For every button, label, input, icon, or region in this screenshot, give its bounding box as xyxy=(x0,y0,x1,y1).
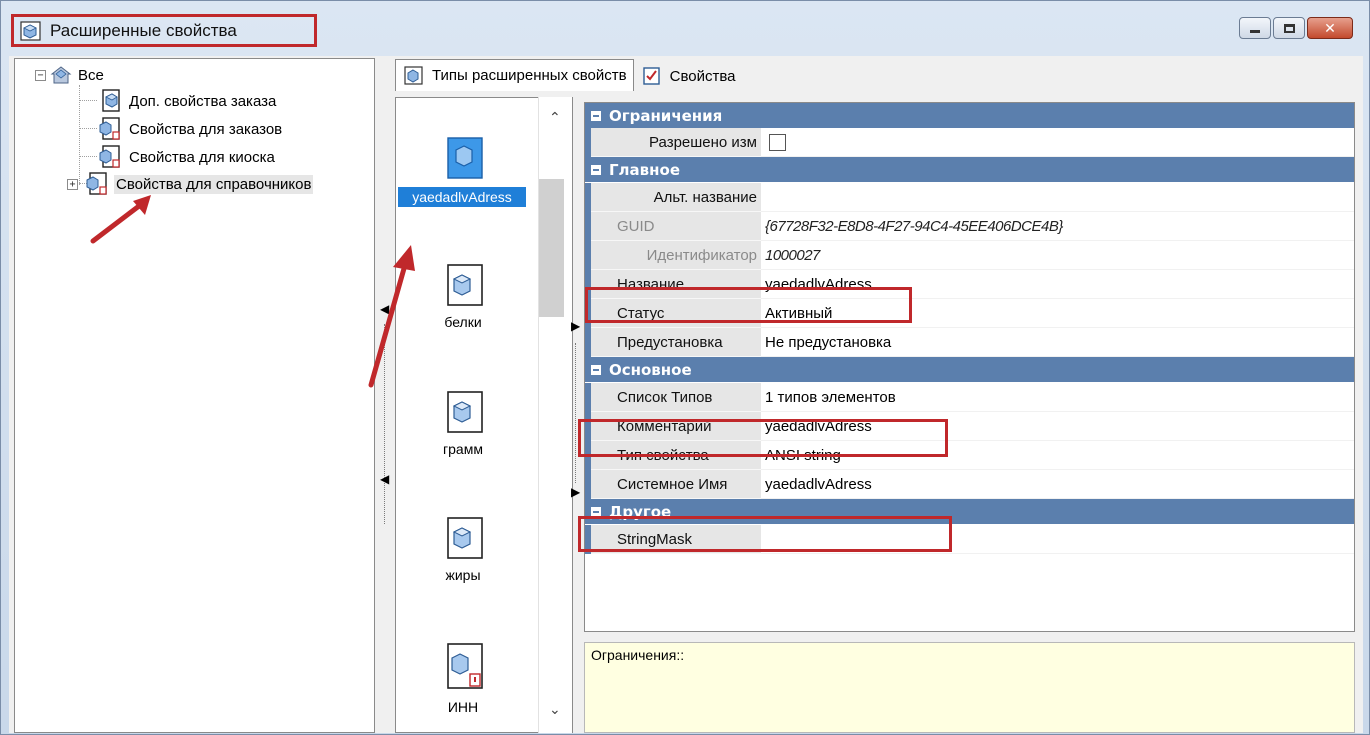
property-type-icon xyxy=(447,517,483,559)
tree-item-label: Все xyxy=(78,66,104,84)
list-item-selected[interactable]: yaedadlvAdress xyxy=(398,136,528,207)
tree-item-orders[interactable]: Свойства для заказов xyxy=(97,117,284,141)
prop-name: Альт. название xyxy=(591,183,761,212)
property-group-icon xyxy=(99,145,120,168)
prop-row-preset[interactable]: Предустановка Не предустановка xyxy=(585,328,1354,357)
list-item[interactable]: жиры xyxy=(398,516,528,583)
property-type-icon xyxy=(404,65,423,85)
collapse-icon[interactable] xyxy=(591,506,601,517)
property-group-icon xyxy=(102,89,120,112)
prop-value xyxy=(761,128,1354,157)
tree-connector xyxy=(79,100,97,101)
property-type-required-icon xyxy=(447,643,483,689)
expand-right-icon[interactable]: ▶ xyxy=(571,485,580,499)
list-item[interactable]: ИНН xyxy=(398,642,528,715)
tab-properties[interactable]: Свойства xyxy=(634,61,742,91)
prop-value[interactable]: yaedadlvAdress xyxy=(761,470,1354,499)
tree-item-kiosk[interactable]: Свойства для киоска xyxy=(97,145,277,169)
list-item[interactable]: грамм xyxy=(398,390,528,457)
annotation-arrow xyxy=(90,195,151,244)
prop-row-type-list[interactable]: Список Типов 1 типов элементов xyxy=(585,383,1354,412)
collapse-icon[interactable] xyxy=(591,164,601,175)
prop-name: Разрешено изм xyxy=(591,128,761,157)
expand-right-icon[interactable]: ▶ xyxy=(571,319,580,333)
tree-connector xyxy=(79,156,97,157)
prop-row-system-name[interactable]: Системное Имя yaedadlvAdress xyxy=(585,470,1354,499)
list-item-label: грамм xyxy=(443,441,483,457)
tree-item-all[interactable]: − Все xyxy=(35,63,106,87)
tree-item-label: Доп. свойства заказа xyxy=(129,92,277,110)
collapse-left-icon[interactable]: ◀ xyxy=(380,472,389,486)
property-type-icon xyxy=(20,20,41,41)
highlight-type-list xyxy=(578,419,948,457)
tab-label: Свойства xyxy=(669,67,736,85)
window-controls: ✕ xyxy=(1239,17,1353,39)
category-restrictions[interactable]: Ограничения xyxy=(585,103,1354,128)
prop-value[interactable]: 1 типов элементов xyxy=(761,383,1354,412)
tab-label: Типы расширенных свойств xyxy=(432,67,627,84)
tab-strip: Типы расширенных свойств Свойства xyxy=(395,59,742,91)
prop-row-guid[interactable]: GUID {67728F32-E8D8-4F27-94C4-45EE406DCE… xyxy=(585,212,1354,241)
collapse-icon[interactable] xyxy=(591,110,601,121)
category-label: Основное xyxy=(609,360,692,379)
scrollbar-thumb[interactable] xyxy=(539,179,564,317)
prop-name: Предустановка xyxy=(591,328,761,357)
prop-value: 1000027 xyxy=(761,241,1354,270)
property-type-icon xyxy=(447,137,483,179)
home-icon xyxy=(50,66,72,84)
prop-name: Список Типов xyxy=(591,383,761,412)
close-icon: ✕ xyxy=(1324,19,1336,36)
prop-row-allowed-edit[interactable]: Разрешено изм xyxy=(585,128,1354,157)
tree-item-label: Свойства для заказов xyxy=(129,120,283,138)
property-type-icon xyxy=(447,391,483,433)
left-splitter[interactable]: ◀ ◀ xyxy=(379,58,389,733)
list-item-label: ИНН xyxy=(447,699,479,715)
prop-name: Идентификатор xyxy=(591,241,761,270)
highlight-name xyxy=(585,287,912,323)
category-tree[interactable]: − Все Доп. свойства заказа Свойства для … xyxy=(14,58,375,733)
property-group-icon xyxy=(99,117,120,140)
property-grid[interactable]: Ограничения Разрешено изм Главное Альт. … xyxy=(584,102,1355,632)
scroll-down-icon[interactable]: ⌄ xyxy=(549,701,561,718)
splitter-grip xyxy=(575,343,576,483)
prop-row-identifier[interactable]: Идентификатор 1000027 xyxy=(585,241,1354,270)
window-title: Расширенные свойства xyxy=(50,20,237,40)
minimize-button[interactable] xyxy=(1239,17,1271,39)
title-bar: Расширенные свойства ✕ xyxy=(1,1,1369,47)
maximize-icon xyxy=(1283,23,1295,33)
prop-name: GUID xyxy=(591,212,761,241)
list-item-label: yaedadlvAdress xyxy=(398,187,526,207)
title-highlight-box: Расширенные свойства xyxy=(11,14,317,47)
prop-value[interactable]: Не предустановка xyxy=(761,328,1354,357)
prop-row-alt-name[interactable]: Альт. название xyxy=(585,183,1354,212)
description-text: Ограничения:: xyxy=(591,647,685,663)
collapse-icon[interactable] xyxy=(591,364,601,375)
category-main[interactable]: Главное xyxy=(585,157,1354,182)
tree-connector xyxy=(79,128,97,129)
prop-value: {67728F32-E8D8-4F27-94C4-45EE406DCE4B} xyxy=(761,212,1354,241)
tree-item-order-extra[interactable]: Доп. свойства заказа xyxy=(97,89,278,113)
maximize-button[interactable] xyxy=(1273,17,1305,39)
highlight-system-name xyxy=(578,516,952,552)
list-item-label: жиры xyxy=(445,567,481,583)
prop-value[interactable] xyxy=(761,183,1354,212)
expand-icon[interactable]: + xyxy=(67,178,78,190)
prop-name: Системное Имя xyxy=(591,470,761,499)
category-label: Ограничения xyxy=(609,106,723,125)
tree-item-label: Свойства для киоска xyxy=(129,148,275,166)
minimize-icon xyxy=(1250,29,1260,33)
app-window: Расширенные свойства ✕ − Все Доп. свойст… xyxy=(0,0,1370,735)
collapse-icon[interactable]: − xyxy=(35,69,46,81)
tab-property-types[interactable]: Типы расширенных свойств xyxy=(395,59,634,91)
scroll-up-icon[interactable]: ⌃ xyxy=(549,109,561,126)
checklist-icon xyxy=(642,67,660,85)
close-button[interactable]: ✕ xyxy=(1307,17,1353,39)
category-label: Главное xyxy=(609,160,681,179)
annotation-arrow xyxy=(368,245,415,388)
middle-splitter[interactable]: ▶ ▶ xyxy=(571,97,581,733)
property-type-icon xyxy=(447,264,483,306)
description-pane: Ограничения:: xyxy=(584,642,1355,733)
category-basic[interactable]: Основное xyxy=(585,357,1354,382)
allowed-edit-checkbox[interactable] xyxy=(769,133,786,151)
